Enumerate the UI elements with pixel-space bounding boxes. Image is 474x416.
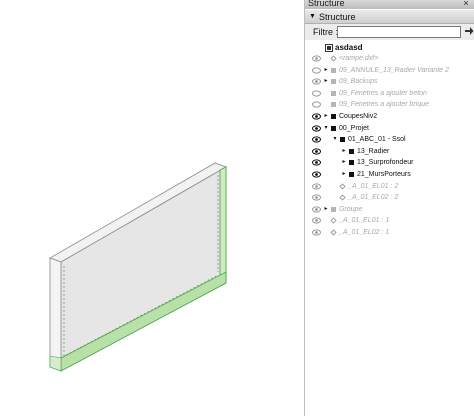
eye-icon[interactable] bbox=[312, 54, 321, 63]
tree-item[interactable]: ▸ 13_Surprofondeur bbox=[305, 157, 474, 168]
filter-input[interactable] bbox=[337, 26, 461, 38]
tree-item[interactable]: ▸ 09_ANNULE_13_Radier Variante 2 bbox=[305, 65, 474, 76]
tree-item[interactable]: ▸ 09_Backups bbox=[305, 76, 474, 87]
tree-item-label: 09_Backups bbox=[339, 78, 378, 86]
filter-row: Filtre : bbox=[305, 24, 474, 40]
layer-square-icon bbox=[331, 102, 336, 108]
tree-item-label: 21_MursPorteurs bbox=[357, 171, 411, 178]
tree-root[interactable]: asdasd bbox=[305, 42, 474, 53]
window-title: Structure bbox=[305, 0, 474, 9]
layer-square-icon bbox=[331, 67, 336, 73]
component-icon bbox=[330, 55, 337, 62]
eye-closed-icon[interactable] bbox=[312, 89, 321, 98]
tree-item-label: _A_01_EL01 : 2 bbox=[348, 182, 399, 190]
tree-item[interactable]: ▾ 00_Projet bbox=[305, 123, 474, 134]
tree-item[interactable]: ▸ 13_Radier bbox=[305, 146, 474, 157]
wall-model bbox=[49, 162, 227, 372]
collapsed-arrow-icon[interactable]: ▸ bbox=[323, 76, 329, 87]
layer-square-icon bbox=[340, 137, 345, 143]
layer-square-icon bbox=[349, 172, 354, 177]
eye-icon[interactable] bbox=[312, 205, 321, 214]
expanded-arrow-icon[interactable]: ▾ bbox=[323, 123, 329, 134]
eye-closed-icon[interactable] bbox=[312, 100, 321, 109]
tree-item-label: _A_01_EL01 : 1 bbox=[339, 217, 390, 225]
tree-item-label: 09_ANNULE_13_Radier Variante 2 bbox=[339, 66, 449, 74]
layer-square-icon bbox=[349, 160, 354, 166]
eye-icon[interactable] bbox=[312, 77, 321, 86]
component-icon bbox=[339, 194, 346, 201]
tree-item[interactable]: 09_Fenetres a ajouter beton bbox=[305, 88, 474, 99]
collapsed-arrow-icon[interactable]: ▸ bbox=[323, 111, 329, 122]
arrow-right-icon[interactable] bbox=[463, 26, 474, 38]
eye-icon[interactable] bbox=[312, 135, 321, 144]
model-icon bbox=[325, 44, 333, 52]
layer-square-icon bbox=[331, 79, 336, 85]
wall-right-post bbox=[219, 166, 227, 287]
eye-icon[interactable] bbox=[312, 112, 321, 121]
expanded-arrow-icon[interactable]: ▾ bbox=[332, 134, 338, 145]
tree-item[interactable]: <rampe.dxf> bbox=[305, 53, 474, 64]
section-title: Structure bbox=[319, 12, 356, 22]
tree-item[interactable]: _A_01_EL01 : 2 bbox=[305, 181, 474, 192]
tree-item-label: 01_ABC_01 - Ssol bbox=[348, 136, 406, 144]
structure-tree[interactable]: asdasd <rampe.dxf> ▸ 09_ANNULE_13_Radier V… bbox=[305, 40, 474, 416]
collapsed-arrow-icon[interactable]: ▸ bbox=[341, 157, 347, 168]
tree-item-label: _A_01_EL02 : 2 bbox=[348, 194, 399, 202]
tree-item[interactable]: ▸ Groupe bbox=[305, 204, 474, 215]
eye-icon[interactable] bbox=[312, 216, 321, 225]
eye-icon[interactable] bbox=[312, 158, 321, 167]
layer-square-icon bbox=[331, 90, 336, 96]
app-root: Structure × ▼ Structure Filtre : asdasd … bbox=[0, 0, 474, 416]
tree-item-label: 13_Surprofondeur bbox=[357, 159, 414, 167]
collapse-icon[interactable]: ▼ bbox=[309, 10, 316, 24]
tree-item[interactable]: _A_01_EL01 : 1 bbox=[305, 215, 474, 226]
tree-item-label: CoupesNiv2 bbox=[339, 113, 378, 120]
collapsed-arrow-icon[interactable]: ▸ bbox=[341, 169, 347, 180]
component-icon bbox=[330, 229, 337, 236]
tree-item-label: _A_01_EL02 : 1 bbox=[339, 229, 390, 236]
wall-slab-end bbox=[49, 355, 62, 372]
tree-item-label: 09_Fenetres a ajouter brique bbox=[339, 101, 429, 109]
eye-icon[interactable] bbox=[312, 170, 321, 179]
tree-item[interactable]: ▾ 01_ABC_01 - Ssol bbox=[305, 134, 474, 145]
tree-item-label: Groupe bbox=[339, 205, 363, 213]
tree-item-label: 09_Fenetres a ajouter beton bbox=[339, 89, 427, 97]
tree-item[interactable]: _A_01_EL02 : 2 bbox=[305, 192, 474, 203]
component-icon bbox=[330, 217, 337, 225]
tree-item-label: 13_Radier bbox=[357, 147, 390, 155]
component-icon bbox=[339, 182, 346, 190]
eye-closed-icon[interactable] bbox=[312, 66, 321, 75]
tree-item-label: <rampe.dxf> bbox=[339, 55, 379, 62]
filter-label: Filtre : bbox=[313, 27, 339, 37]
tree-root-label: asdasd bbox=[335, 43, 363, 52]
tree-item[interactable]: ▸ 21_MursPorteurs bbox=[305, 169, 474, 180]
3d-viewport[interactable] bbox=[0, 0, 304, 416]
collapsed-arrow-icon[interactable]: ▸ bbox=[323, 204, 329, 215]
wall-end-face bbox=[49, 257, 62, 372]
eye-icon[interactable] bbox=[312, 228, 321, 237]
layer-square-icon bbox=[331, 125, 336, 131]
eye-icon[interactable] bbox=[312, 182, 321, 191]
collapsed-arrow-icon[interactable]: ▸ bbox=[341, 146, 347, 157]
tree-item[interactable]: 09_Fenetres a ajouter brique bbox=[305, 99, 474, 110]
structure-panel: Structure × ▼ Structure Filtre : asdasd … bbox=[304, 0, 474, 416]
tree-item[interactable]: _A_01_EL02 : 1 bbox=[305, 227, 474, 238]
close-icon[interactable]: × bbox=[461, 0, 471, 8]
eye-icon[interactable] bbox=[312, 193, 321, 202]
collapsed-arrow-icon[interactable]: ▸ bbox=[323, 65, 329, 76]
wall-front-face bbox=[60, 166, 227, 372]
tree-item[interactable]: ▸ CoupesNiv2 bbox=[305, 111, 474, 122]
eye-icon[interactable] bbox=[312, 147, 321, 156]
layer-square-icon bbox=[349, 148, 354, 154]
structure-section-header[interactable]: ▼ Structure bbox=[305, 10, 474, 24]
layer-square-icon bbox=[331, 114, 336, 119]
tree-item-label: 00_Projet bbox=[339, 124, 369, 132]
eye-icon[interactable] bbox=[312, 124, 321, 133]
layer-square-icon bbox=[331, 206, 336, 212]
